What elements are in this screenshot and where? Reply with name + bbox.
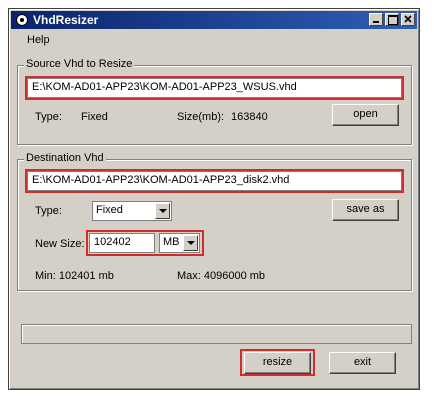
size-unit-select[interactable]: MB [159, 233, 200, 253]
maximize-icon [388, 15, 398, 25]
save-as-button[interactable]: save as [332, 199, 399, 221]
exit-button[interactable]: exit [329, 352, 396, 374]
destination-path-input[interactable]: E:\KOM-AD01-APP23\KOM-AD01-APP23_disk2.v… [27, 171, 402, 191]
minimize-button[interactable] [369, 13, 383, 26]
source-path-input[interactable]: E:\KOM-AD01-APP23\KOM-AD01-APP23_WSUS.vh… [27, 78, 402, 98]
maximize-button[interactable] [385, 13, 399, 26]
close-icon [404, 15, 412, 23]
source-type-value: Fixed [81, 111, 108, 123]
min-size-text: Min: 102401 mb [35, 270, 114, 282]
destination-type-label: Type: [35, 205, 62, 217]
title-bar[interactable]: VhdResizer [11, 11, 417, 29]
progress-bar [21, 324, 412, 344]
source-group-label: Source Vhd to Resize [24, 58, 135, 70]
size-unit-selected: MB [163, 236, 180, 248]
window-title: VhdResizer [33, 13, 99, 27]
destination-group-label: Destination Vhd [24, 152, 106, 164]
max-size-text: Max: 4096000 mb [177, 270, 266, 282]
close-button[interactable] [401, 13, 415, 26]
source-size-value: 163840 [231, 111, 268, 123]
app-icon [16, 14, 28, 26]
source-type-label: Type: [35, 111, 62, 123]
open-button[interactable]: open [332, 104, 399, 126]
new-size-label: New Size: [35, 238, 85, 250]
menu-bar: Help [11, 31, 417, 49]
destination-type-select[interactable]: Fixed [92, 201, 172, 221]
destination-type-selected: Fixed [96, 204, 123, 216]
destination-group: Destination Vhd E:\KOM-AD01-APP23\KOM-AD… [17, 152, 412, 291]
minimize-icon [373, 21, 379, 23]
chevron-down-icon[interactable] [155, 203, 170, 219]
chevron-down-icon[interactable] [183, 235, 198, 251]
source-size-label: Size(mb): [177, 111, 225, 123]
new-size-input[interactable]: 102402 [89, 233, 155, 253]
vhdresizer-window: VhdResizer Help Source Vhd to Resize E:\… [8, 8, 420, 390]
resize-button[interactable]: resize [244, 352, 311, 374]
source-group: Source Vhd to Resize E:\KOM-AD01-APP23\K… [17, 58, 412, 145]
menu-help[interactable]: Help [27, 34, 50, 46]
